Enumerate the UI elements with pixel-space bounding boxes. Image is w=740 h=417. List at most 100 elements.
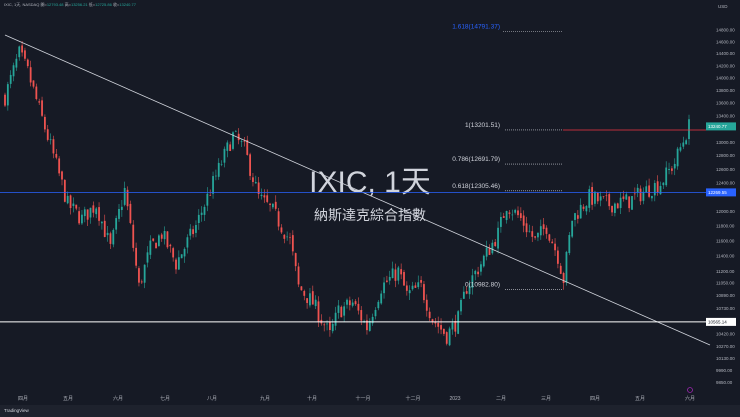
candle-body — [334, 312, 337, 326]
candle-body — [277, 211, 280, 227]
candle-body — [169, 244, 172, 247]
candle-body — [200, 212, 203, 215]
candle-body — [86, 209, 89, 220]
candle-body — [582, 206, 585, 209]
candle-body — [502, 216, 505, 218]
x-tick-label: 十月 — [307, 395, 317, 402]
candle-body — [679, 147, 682, 151]
candle-body — [676, 148, 679, 167]
candle-body — [177, 257, 180, 270]
x-tick-label: 十一月 — [355, 395, 370, 402]
candle-body — [331, 323, 334, 332]
candle-body — [234, 131, 237, 132]
y-tick-label: 12600.00 — [716, 167, 735, 172]
candle-body — [280, 227, 283, 233]
candle-body — [340, 306, 343, 318]
fib-level-label: 0.618(12305.46) — [452, 183, 500, 190]
candle-body — [571, 220, 574, 237]
candle-body — [482, 255, 485, 267]
candle-body — [551, 241, 554, 244]
candle-body — [460, 299, 462, 312]
candle-body — [237, 133, 240, 141]
candle-body — [69, 195, 72, 209]
y-tick-label: 11050.00 — [716, 281, 735, 286]
watermark-subtitle: 納斯達克綜合指數 — [314, 208, 426, 224]
y-tick-label: 13000.00 — [716, 140, 735, 145]
candle-body — [269, 203, 271, 205]
y-tick-label: 10420.00 — [716, 331, 735, 336]
x-tick-label: 八月 — [207, 396, 217, 402]
candle-body — [129, 203, 132, 223]
candle-body — [528, 230, 531, 232]
candle-body — [368, 320, 371, 331]
y-tick-label: 14000.00 — [716, 76, 735, 81]
candle-body — [497, 227, 499, 249]
y-tick-label: 11800.00 — [716, 224, 735, 229]
candle-body — [35, 86, 38, 99]
candle-body — [394, 269, 397, 281]
candle-body — [508, 212, 511, 214]
candle-body — [531, 231, 534, 237]
x-tick-label: 五月 — [63, 396, 73, 402]
candle-body — [383, 282, 385, 294]
candle-body — [688, 119, 690, 140]
candle-body — [15, 58, 18, 68]
candle-body — [616, 203, 619, 209]
candle-body — [428, 311, 431, 319]
y-tick-label: 11200.00 — [716, 269, 735, 274]
candle-body — [138, 268, 140, 283]
candle-body — [183, 248, 186, 257]
candle-body — [354, 301, 357, 305]
candle-body — [254, 182, 257, 184]
candle-body — [622, 196, 625, 199]
support-price-label: 10565.14 — [708, 320, 727, 325]
price-chart[interactable]: IXIC, 1天 納斯達克綜合指數 USD 10565.14 12269.55 1.… — [0, 0, 740, 405]
candle-body — [101, 221, 103, 224]
candle-body — [109, 233, 112, 244]
candle-body — [374, 309, 377, 317]
candle-body — [192, 229, 194, 235]
candle-body — [388, 276, 391, 281]
candle-body — [229, 144, 232, 151]
candle-body — [474, 270, 477, 275]
candle-body — [414, 285, 417, 288]
candle-body — [118, 209, 120, 219]
candle-body — [511, 214, 514, 216]
candle-body — [92, 205, 95, 213]
candle-body — [306, 298, 308, 303]
tradingview-logo[interactable]: TradingView — [4, 408, 29, 413]
candle-body — [397, 267, 400, 281]
candle-body — [665, 167, 668, 186]
candle-body — [283, 234, 286, 239]
candle-body — [451, 322, 454, 330]
candle-body — [656, 181, 659, 193]
candle-body — [491, 242, 494, 254]
candle-body — [326, 323, 328, 325]
candle-body — [63, 180, 66, 202]
candle-body — [348, 300, 351, 306]
blue-price-label: 12269.55 — [708, 190, 727, 195]
chart-window: IXIC, 1天, NASDAQ 開=12793.48 高=13256.21 低… — [0, 0, 740, 417]
candle-body — [323, 324, 326, 326]
candle-body — [559, 265, 562, 274]
candle-body — [485, 247, 488, 257]
candle-body — [21, 45, 23, 53]
candle-body — [557, 250, 559, 264]
x-tick-label: 2023 — [449, 396, 460, 402]
candle-body — [140, 281, 143, 283]
candle-body — [343, 306, 346, 316]
candle-body — [72, 203, 75, 207]
last-price-label: 13240.77 — [708, 124, 727, 129]
y-tick-label: 14600.00 — [716, 39, 735, 44]
candle-body — [420, 280, 422, 283]
candle-body — [314, 299, 317, 307]
candle-body — [585, 206, 588, 212]
y-tick-label: 11600.00 — [716, 238, 735, 243]
candle-body — [44, 116, 46, 130]
candle-body — [445, 332, 448, 344]
candle-body — [297, 266, 300, 285]
fib-level-label: 0.786(12691.79) — [452, 156, 500, 163]
y-tick-label: 9990.00 — [716, 368, 733, 373]
candle-body — [294, 253, 297, 267]
candle-body — [115, 218, 118, 230]
